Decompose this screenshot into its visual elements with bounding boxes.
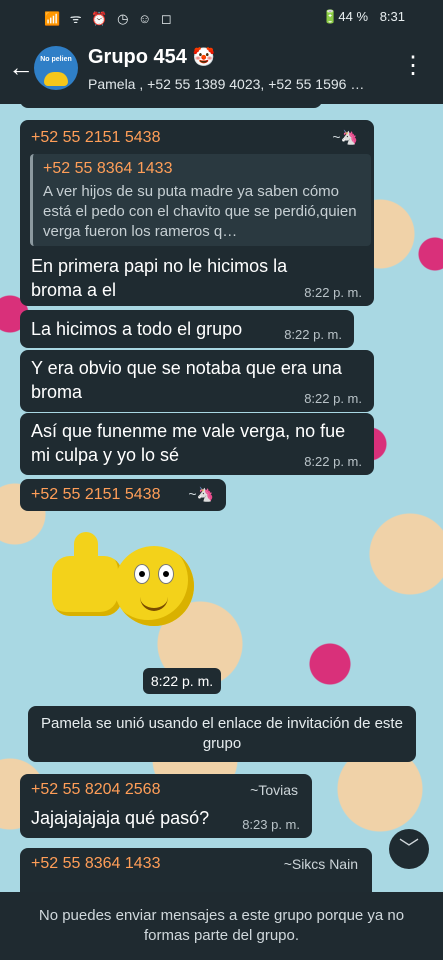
- message-time: 8:22 p. m.: [284, 327, 342, 342]
- battery-indicator: 🔋44 %: [322, 9, 369, 24]
- group-avatar[interactable]: No pelien: [34, 46, 78, 90]
- clown-icon: 🤡: [192, 47, 216, 67]
- message-bubble[interactable]: +52 55 8364 1433 ~Sikcs Nain: [20, 848, 372, 892]
- sender-tag: ~Sikcs Nain: [283, 856, 358, 872]
- sender-tag: ~Tovias: [250, 782, 298, 798]
- group-title[interactable]: Grupo 454 🤡: [88, 46, 215, 69]
- message-sender[interactable]: +52 55 8364 1433: [31, 855, 160, 873]
- message-sender[interactable]: +52 55 8204 2568: [31, 781, 160, 799]
- message-bubble[interactable]: Así que funenme me vale verga, no fue mi…: [20, 413, 374, 475]
- avatar-figure-icon: [44, 72, 68, 86]
- status-icons: 📶 ᯤ ⏰ ◷ ☺ ◻: [44, 11, 175, 26]
- message-text: Jajajajajaja qué pasó?: [31, 808, 210, 828]
- message-time: 8:22 p. m.: [304, 454, 362, 469]
- system-notice: Pamela se unió usando el enlace de invit…: [28, 706, 416, 762]
- message-time: 8:22 p. m.: [304, 391, 362, 406]
- system-notice-text: Pamela se unió usando el enlace de invit…: [41, 715, 403, 752]
- read-only-notice-text: No puedes enviar mensajes a este grupo p…: [38, 907, 405, 944]
- message-sender[interactable]: +52 55 2151 5438: [31, 486, 160, 504]
- read-only-notice: No puedes enviar mensajes a este grupo p…: [0, 892, 443, 960]
- thumbs-up-sticker[interactable]: [52, 532, 202, 636]
- message-sender[interactable]: +52 55 2151 5438: [31, 129, 160, 147]
- previous-message-bubble[interactable]: [20, 104, 322, 108]
- quoted-sender: +52 55 8364 1433: [43, 160, 173, 177]
- sender-tag: ~🦄: [332, 129, 358, 145]
- message-bubble[interactable]: +52 55 8204 2568 ~Tovias Jajajajajaja qu…: [20, 774, 312, 838]
- scroll-down-icon[interactable]: ﹀: [389, 829, 429, 869]
- back-arrow-icon[interactable]: ←: [8, 54, 34, 80]
- sticker-time: 8:22 p. m.: [143, 668, 221, 694]
- group-members-subtitle[interactable]: Pamela , +52 55 1389 4023, +52 55 1596 …: [88, 76, 404, 92]
- sender-tag: ~🦄: [188, 486, 214, 502]
- message-time: 8:23 p. m.: [242, 817, 300, 832]
- quoted-text: A ver hijos de su puta madre ya saben có…: [43, 183, 357, 240]
- status-bar: 📶 ᯤ ⏰ ◷ ☺ ◻ 🔋44 % 8:31: [0, 0, 443, 34]
- chat-area[interactable]: +52 55 2151 5438 ~🦄 +52 55 8364 1433 A v…: [0, 104, 443, 892]
- sender-header-bubble[interactable]: +52 55 2151 5438 ~🦄: [20, 479, 226, 511]
- group-title-text: Grupo 454: [88, 46, 187, 68]
- chat-header: ← No pelien Grupo 454 🤡 Pamela , +52 55 1…: [0, 34, 443, 104]
- more-options-icon[interactable]: ⋮: [401, 54, 425, 78]
- status-time: 8:31: [379, 9, 405, 24]
- message-text: La hicimos a todo el grupo: [31, 319, 243, 339]
- status-right: 🔋44 % 8:31: [322, 9, 405, 25]
- thumbs-up-icon: [52, 532, 122, 616]
- quoted-message[interactable]: +52 55 8364 1433 A ver hijos de su puta …: [30, 154, 371, 246]
- message-time: 8:22 p. m.: [304, 285, 362, 300]
- smiley-face-icon: [114, 546, 194, 626]
- message-bubble[interactable]: +52 55 2151 5438 ~🦄 +52 55 8364 1433 A v…: [20, 120, 374, 306]
- message-text: En primera papi no le hicimos la broma a…: [31, 256, 288, 300]
- message-bubble[interactable]: La hicimos a todo el grupo 8:22 p. m.: [20, 310, 354, 348]
- avatar-label: No pelien: [40, 56, 72, 63]
- message-bubble[interactable]: Y era obvio que se notaba que era una br…: [20, 350, 374, 412]
